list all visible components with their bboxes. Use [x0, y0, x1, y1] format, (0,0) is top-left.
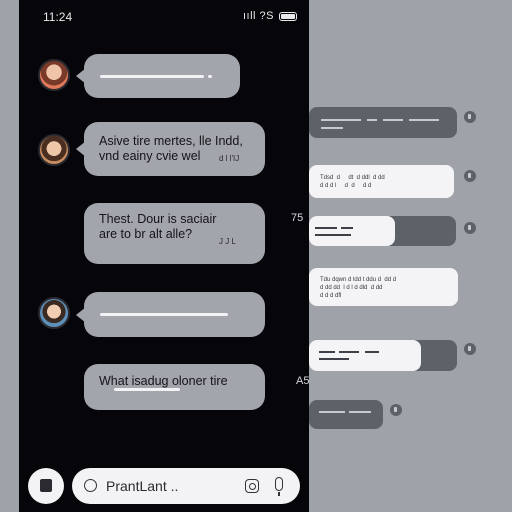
- message-bubble[interactable]: What isadug oloner tire: [84, 364, 265, 410]
- composer-bar: [72, 468, 300, 504]
- preview-bubble: [309, 216, 456, 246]
- avatar[interactable]: [38, 59, 70, 91]
- battery-icon: [279, 12, 297, 21]
- camera-icon[interactable]: [245, 479, 259, 493]
- message-input[interactable]: [106, 476, 241, 496]
- preview-text: Tdsd d dt d ddl d dd d d d l d d d d: [320, 175, 385, 189]
- signal-icon: ııll ?S: [243, 10, 275, 22]
- preview-status-icon: [464, 343, 476, 355]
- message-bubble[interactable]: Thest. Dour is saciair are to br alt all…: [84, 203, 265, 264]
- message-bubble[interactable]: Asive tire mertes, lle Indd, vnd eainy c…: [76, 122, 265, 176]
- preview-bubble: Tdu dqwn d ldd t ddu d dd d d dd dd l d …: [309, 268, 458, 306]
- message-count-label: A5: [296, 375, 310, 387]
- message-count-label: 75: [291, 212, 304, 224]
- message-timestamp: d l l'IJ: [219, 154, 240, 163]
- preview-text: Tdu dqwn d ldd t ddu d dd d d dd dd l d …: [320, 277, 397, 299]
- message-text: Thest. Dour is saciair are to br alt all…: [99, 212, 217, 241]
- message-bubble[interactable]: [76, 54, 240, 98]
- message-timestamp: J J L: [219, 237, 236, 246]
- attachment-button[interactable]: [28, 468, 64, 504]
- preview-bubble: [309, 107, 457, 138]
- message-placeholder-line: [100, 313, 228, 316]
- preview-status-icon: [390, 404, 402, 416]
- chat-panel: 11:24 ııll ?S Asive tire mertes, lle Ind…: [19, 0, 309, 512]
- avatar[interactable]: [38, 297, 70, 329]
- attachment-icon: [40, 479, 52, 492]
- preview-status-icon: [464, 170, 476, 182]
- preview-bubble: [309, 340, 457, 371]
- message-bubble[interactable]: [76, 292, 265, 337]
- preview-bubble: [309, 400, 383, 429]
- microphone-icon[interactable]: [275, 477, 283, 496]
- message-placeholder-line: [114, 388, 180, 391]
- status-time: 11:24: [43, 10, 73, 24]
- message-placeholder-line: [208, 75, 212, 78]
- message-placeholder-line: [100, 75, 204, 78]
- preview-status-icon: [464, 222, 476, 234]
- preview-status-icon: [464, 111, 476, 123]
- avatar[interactable]: [38, 134, 70, 166]
- emoji-icon[interactable]: [84, 479, 97, 492]
- preview-bubble: Tdsd d dt d ddl d dd d d d l d d d d: [309, 165, 454, 198]
- message-text: What isadug oloner tire: [99, 374, 228, 388]
